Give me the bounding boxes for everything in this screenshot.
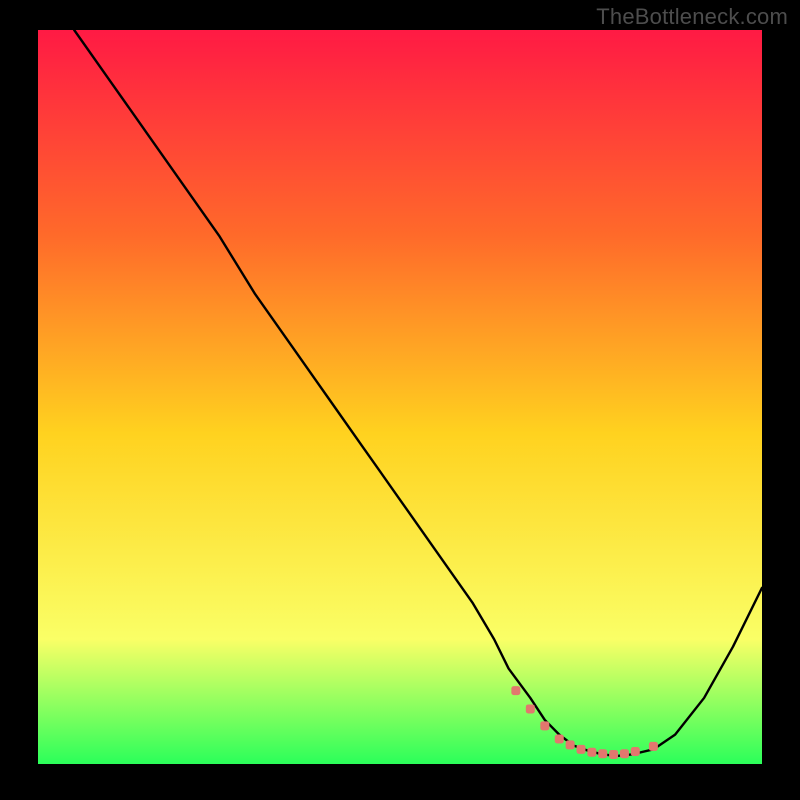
marker-point (620, 749, 629, 758)
marker-point (566, 740, 575, 749)
marker-point (609, 750, 618, 759)
marker-point (555, 735, 564, 744)
gradient-background (38, 30, 762, 764)
watermark-text: TheBottleneck.com (596, 4, 788, 30)
marker-point (511, 686, 520, 695)
marker-point (598, 749, 607, 758)
marker-point (540, 721, 549, 730)
chart-frame: TheBottleneck.com (0, 0, 800, 800)
bottleneck-chart (38, 30, 762, 764)
marker-point (526, 704, 535, 713)
plot-area (38, 30, 762, 764)
marker-point (587, 748, 596, 757)
marker-point (577, 745, 586, 754)
marker-point (631, 747, 640, 756)
marker-point (649, 742, 658, 751)
